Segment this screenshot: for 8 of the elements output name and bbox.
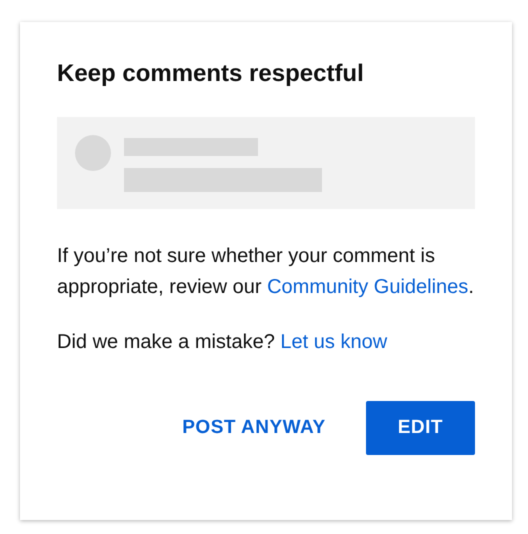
message-text: If you’re not sure whether your comment is appropriate, review our Community Guidelines. (57, 244, 475, 300)
edit-button[interactable]: EDIT (366, 401, 475, 455)
post-button[interactable]: POST ANYWAY (166, 401, 342, 455)
help-link[interactable]: Let us know (280, 331, 388, 353)
avatar-placeholder (75, 135, 111, 171)
message-text: Did we make a mistake? Let us know (57, 330, 388, 355)
dialog-title: Keep comments respectful (57, 59, 365, 89)
help-link[interactable]: Community Guidelines (267, 276, 468, 298)
